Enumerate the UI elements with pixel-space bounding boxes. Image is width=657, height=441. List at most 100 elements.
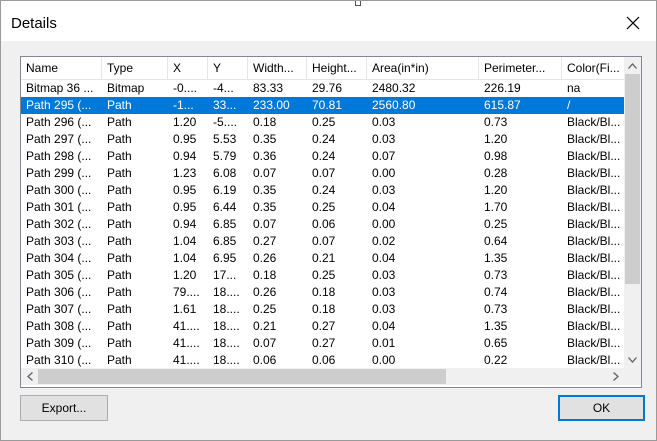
cell-name: Path 309 (... xyxy=(26,336,92,350)
cell-y: 5.79 xyxy=(213,149,237,163)
cell-width: 0.18 xyxy=(253,115,277,129)
cell-width: 83.33 xyxy=(253,81,284,95)
cell-color: Black/Bl... xyxy=(567,149,621,163)
cell-width: 0.07 xyxy=(253,336,277,350)
column-header-y[interactable]: Y xyxy=(208,57,248,79)
cell-height: 0.25 xyxy=(312,200,336,214)
table-row[interactable]: Path 308 (... Path 41.... 18.... 0.21 0.27 0.0… xyxy=(21,318,624,335)
cell-perimeter: 0.25 xyxy=(484,217,508,231)
cell-x: 0.95 xyxy=(173,132,197,146)
export-button[interactable]: Export... xyxy=(20,395,108,421)
cell-perimeter: 0.73 xyxy=(484,302,508,316)
table-row[interactable]: Path 301 (... Path 0.95 6.44 0.35 0.25 0.04 1.7… xyxy=(21,199,624,216)
scroll-down-button[interactable] xyxy=(624,351,641,368)
cell-x: 1.61 xyxy=(173,302,197,316)
cell-height: 29.76 xyxy=(312,81,343,95)
table-row[interactable]: Path 309 (... Path 41.... 18.... 0.07 0.27 0.0… xyxy=(21,335,624,352)
cell-name: Path 304 (... xyxy=(26,251,92,265)
cell-color: Black/Bl... xyxy=(567,319,621,333)
cell-perimeter: 0.28 xyxy=(484,166,508,180)
cell-perimeter: 1.20 xyxy=(484,183,508,197)
column-header-x[interactable]: X xyxy=(168,57,208,79)
cell-x: 1.04 xyxy=(173,234,197,248)
table-row[interactable]: Path 298 (... Path 0.94 5.79 0.36 0.24 0.07 0.9… xyxy=(21,148,624,165)
cell-name: Path 299 (... xyxy=(26,166,92,180)
table-row[interactable]: Path 305 (... Path 1.20 17... 0.18 0.25 0.03 0.… xyxy=(21,267,624,284)
cell-type: Bitmap xyxy=(107,81,145,95)
cell-area: 0.00 xyxy=(372,353,396,367)
cell-y: 18.... xyxy=(213,353,240,367)
table-row[interactable]: Path 310 (... Path 41.... 18.... 0.06 0.06 0.0… xyxy=(21,352,624,368)
ok-button[interactable]: OK xyxy=(558,395,645,421)
cell-color: Black/Bl... xyxy=(567,302,621,316)
cell-type: Path xyxy=(107,353,132,367)
table-row[interactable]: Path 299 (... Path 1.23 6.08 0.07 0.07 0.00 0.2… xyxy=(21,165,624,182)
close-icon xyxy=(626,16,640,30)
cell-area: 0.03 xyxy=(372,268,396,282)
cell-y: 6.08 xyxy=(213,166,237,180)
cell-height: 0.25 xyxy=(312,115,336,129)
cell-height: 0.21 xyxy=(312,251,336,265)
cell-perimeter: 1.35 xyxy=(484,251,508,265)
list-rows: Bitmap 36 ... Bitmap -0.... -4... 83.33 29.76… xyxy=(21,80,624,368)
column-header-perimeter[interactable]: Perimeter... xyxy=(479,57,562,79)
cell-name: Path 300 (... xyxy=(26,183,92,197)
cell-y: 5.53 xyxy=(213,132,237,146)
cell-x: 79.... xyxy=(173,285,200,299)
vertical-scrollbar[interactable] xyxy=(624,57,641,368)
cell-area: 0.04 xyxy=(372,251,396,265)
cell-perimeter: 1.70 xyxy=(484,200,508,214)
table-row[interactable]: Bitmap 36 ... Bitmap -0.... -4... 83.33 29.76… xyxy=(21,80,624,97)
table-row[interactable]: Path 306 (... Path 79.... 18.... 0.26 0.18 0.0… xyxy=(21,284,624,301)
cell-color: na xyxy=(567,81,581,95)
column-header-height[interactable]: Height... xyxy=(307,57,367,79)
cell-area: 0.07 xyxy=(372,149,396,163)
cell-color: Black/Bl... xyxy=(567,251,621,265)
cell-name: Path 302 (... xyxy=(26,217,92,231)
scroll-left-button[interactable] xyxy=(21,368,38,385)
cell-x: 0.95 xyxy=(173,200,197,214)
cell-type: Path xyxy=(107,285,132,299)
horizontal-scroll-thumb[interactable] xyxy=(38,369,446,384)
table-row[interactable]: Path 302 (... Path 0.94 6.85 0.07 0.06 0.00 0.2… xyxy=(21,216,624,233)
column-header-type[interactable]: Type xyxy=(102,57,168,79)
cell-width: 0.35 xyxy=(253,132,277,146)
cell-x: 0.94 xyxy=(173,217,197,231)
cell-y: 6.19 xyxy=(213,183,237,197)
cell-perimeter: 1.35 xyxy=(484,319,508,333)
cell-area: 2480.32 xyxy=(372,81,416,95)
column-header-color[interactable]: Color(Fi... xyxy=(562,57,624,79)
cell-perimeter: 615.87 xyxy=(484,98,521,112)
table-row[interactable]: Path 307 (... Path 1.61 18.... 0.25 0.18 0.03 0… xyxy=(21,301,624,318)
cell-perimeter: 226.19 xyxy=(484,81,521,95)
cell-x: 1.23 xyxy=(173,166,197,180)
vertical-scroll-thumb[interactable] xyxy=(625,74,640,284)
cell-height: 70.81 xyxy=(312,98,343,112)
cell-height: 0.18 xyxy=(312,302,336,316)
cell-type: Path xyxy=(107,268,132,282)
cell-color: Black/Bl... xyxy=(567,285,621,299)
horizontal-scrollbar[interactable] xyxy=(21,368,624,385)
scroll-right-button[interactable] xyxy=(607,368,624,385)
column-header-width[interactable]: Width... xyxy=(248,57,307,79)
dialog-title: Details xyxy=(11,15,57,32)
cell-x: 0.94 xyxy=(173,149,197,163)
table-row[interactable]: Path 304 (... Path 1.04 6.95 0.26 0.21 0.04 1.3… xyxy=(21,250,624,267)
table-row[interactable]: Path 296 (... Path 1.20 -5.... 0.18 0.25 0.03 0… xyxy=(21,114,624,131)
scroll-up-button[interactable] xyxy=(624,57,641,74)
cell-height: 0.06 xyxy=(312,217,336,231)
cell-name: Path 305 (... xyxy=(26,268,92,282)
close-button[interactable] xyxy=(616,9,650,37)
column-header-name[interactable]: Name xyxy=(21,57,102,79)
details-list[interactable]: Name Type X Y Width... Height... Area(in*in) Pe… xyxy=(20,56,642,388)
table-row[interactable]: Path 300 (... Path 0.95 6.19 0.35 0.24 0.03 1.2… xyxy=(21,182,624,199)
table-row-selected[interactable]: Path 295 (... Path -1... 33... 233.00 70.81 25… xyxy=(21,97,624,114)
cell-type: Path xyxy=(107,149,132,163)
table-row[interactable]: Path 303 (... Path 1.04 6.85 0.27 0.07 0.02 0.6… xyxy=(21,233,624,250)
cell-width: 0.27 xyxy=(253,234,277,248)
table-row[interactable]: Path 297 (... Path 0.95 5.53 0.35 0.24 0.03 1.2… xyxy=(21,131,624,148)
column-header-area[interactable]: Area(in*in) xyxy=(367,57,479,79)
cell-height: 0.27 xyxy=(312,319,336,333)
cell-x: 41.... xyxy=(173,319,200,333)
cell-name: Path 296 (... xyxy=(26,115,92,129)
